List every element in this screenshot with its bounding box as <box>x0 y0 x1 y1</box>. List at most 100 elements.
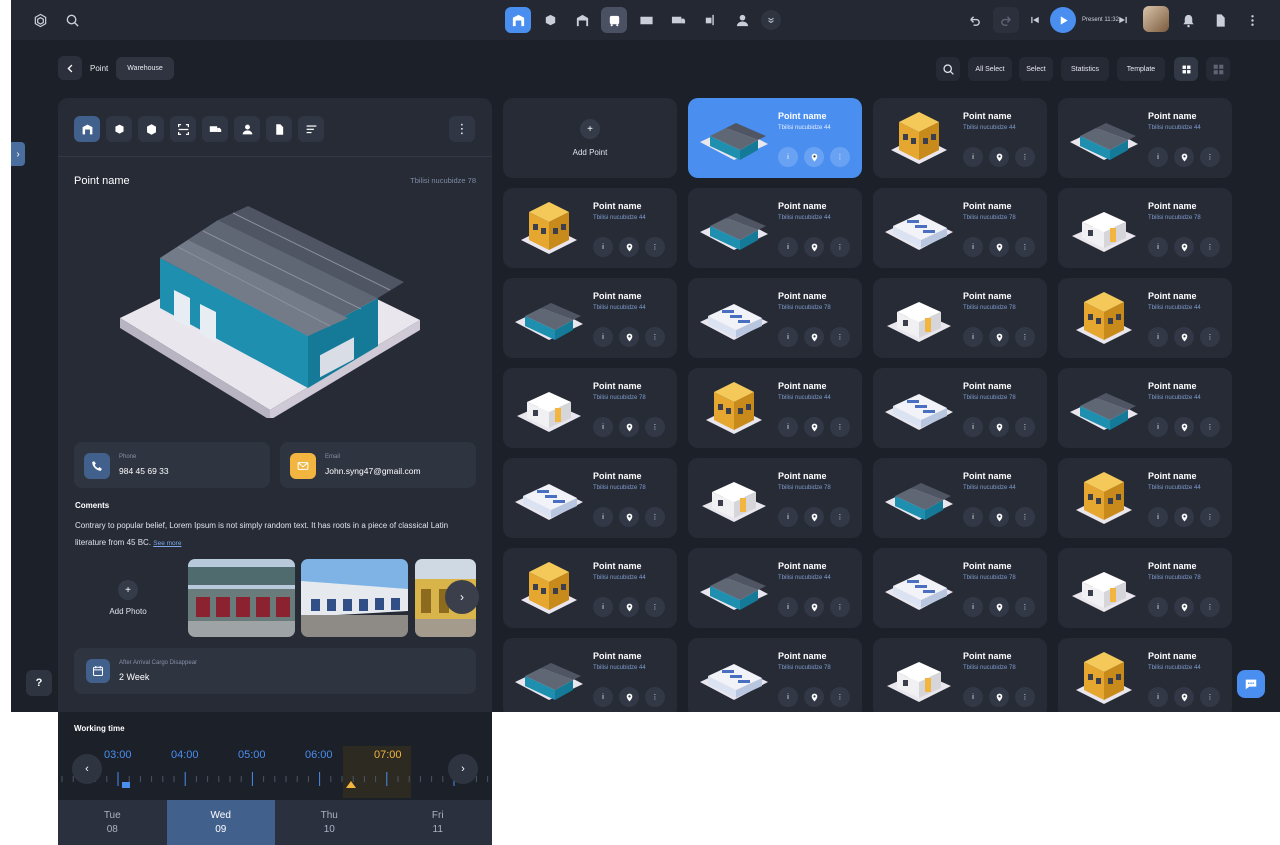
info-icon[interactable]: i <box>778 687 798 707</box>
location-pin-icon[interactable] <box>989 597 1009 617</box>
point-card[interactable]: Point name Tbilisi nucubidze 78 i ⋮ <box>503 458 677 538</box>
point-card[interactable]: Point name Tbilisi nucubidze 44 i ⋮ <box>873 458 1047 538</box>
point-card[interactable]: Point name Tbilisi nucubidze 78 i ⋮ <box>873 368 1047 448</box>
help-icon[interactable]: ? <box>26 670 52 696</box>
location-pin-icon[interactable] <box>989 237 1009 257</box>
breadcrumb-warehouse[interactable]: Warehouse <box>116 56 174 80</box>
location-pin-icon[interactable] <box>1174 417 1194 437</box>
info-icon[interactable]: i <box>1148 327 1168 347</box>
add-point-button[interactable]: + Add Point <box>503 98 677 178</box>
location-pin-icon[interactable] <box>989 507 1009 527</box>
card-more-icon[interactable]: ⋮ <box>1015 237 1035 257</box>
point-card[interactable]: Point name Tbilisi nucubidze 78 i ⋮ <box>873 188 1047 268</box>
info-icon[interactable]: i <box>1148 417 1168 437</box>
point-card[interactable]: Point name Tbilisi nucubidze 44 i ⋮ <box>688 188 862 268</box>
expand-down-icon[interactable] <box>761 10 781 30</box>
location-pin-icon[interactable] <box>989 417 1009 437</box>
location-pin-icon[interactable] <box>619 507 639 527</box>
info-icon[interactable]: i <box>963 417 983 437</box>
location-pin-icon[interactable] <box>804 597 824 617</box>
card-more-icon[interactable]: ⋮ <box>1015 507 1035 527</box>
point-card[interactable]: Point name Tbilisi nucubidze 44 i ⋮ <box>503 638 677 712</box>
select-button[interactable]: Select <box>1019 57 1053 81</box>
info-icon[interactable]: i <box>963 327 983 347</box>
warehouse-icon[interactable] <box>74 116 100 142</box>
card-more-icon[interactable]: ⋮ <box>830 147 850 167</box>
point-card[interactable]: Point name Tbilisi nucubidze 78 i ⋮ <box>688 638 862 712</box>
point-card[interactable]: Point name Tbilisi nucubidze 78 i ⋮ <box>688 278 862 358</box>
info-icon[interactable]: i <box>778 147 798 167</box>
point-card[interactable]: Point name Tbilisi nucubidze 44 i ⋮ <box>503 188 677 268</box>
card-more-icon[interactable]: ⋮ <box>1200 507 1220 527</box>
file-icon[interactable] <box>266 116 292 142</box>
box-icon[interactable] <box>138 116 164 142</box>
card-more-icon[interactable]: ⋮ <box>1200 597 1220 617</box>
card-more-icon[interactable]: ⋮ <box>830 687 850 707</box>
location-pin-icon[interactable] <box>1174 237 1194 257</box>
location-pin-icon[interactable] <box>804 417 824 437</box>
grid-large-view-icon[interactable] <box>1174 57 1198 81</box>
forklift-tool-icon[interactable] <box>697 7 723 33</box>
truck-front-tool-icon[interactable] <box>601 7 627 33</box>
info-icon[interactable]: i <box>593 417 613 437</box>
info-icon[interactable]: i <box>778 507 798 527</box>
point-card[interactable]: Point name Tbilisi nucubidze 44 i ⋮ <box>503 278 677 358</box>
location-pin-icon[interactable] <box>1174 147 1194 167</box>
card-more-icon[interactable]: ⋮ <box>830 597 850 617</box>
card-more-icon[interactable]: ⋮ <box>645 597 665 617</box>
location-pin-icon[interactable] <box>1174 597 1194 617</box>
location-pin-icon[interactable] <box>619 327 639 347</box>
info-icon[interactable]: i <box>778 237 798 257</box>
info-icon[interactable]: i <box>963 507 983 527</box>
info-icon[interactable]: i <box>1148 237 1168 257</box>
logo-icon[interactable] <box>27 7 53 33</box>
point-card[interactable]: Point name Tbilisi nucubidze 78 i ⋮ <box>503 368 677 448</box>
point-card[interactable]: Point name Tbilisi nucubidze 44 i ⋮ <box>503 548 677 628</box>
location-pin-icon[interactable] <box>989 327 1009 347</box>
day-tab[interactable]: Wed 09 <box>166 800 275 845</box>
all-select-button[interactable]: All Select <box>968 57 1012 81</box>
location-pin-icon[interactable] <box>619 417 639 437</box>
card-more-icon[interactable]: ⋮ <box>830 327 850 347</box>
card-more-icon[interactable]: ⋮ <box>830 417 850 437</box>
info-icon[interactable]: i <box>1148 687 1168 707</box>
info-icon[interactable]: i <box>963 597 983 617</box>
info-icon[interactable]: i <box>963 687 983 707</box>
point-card[interactable]: Point name Tbilisi nucubidze 44 i ⋮ <box>873 98 1047 178</box>
card-more-icon[interactable]: ⋮ <box>1200 237 1220 257</box>
card-more-icon[interactable]: ⋮ <box>645 507 665 527</box>
skip-back-icon[interactable] <box>1027 7 1043 33</box>
photos-next-icon[interactable]: › <box>445 580 479 614</box>
info-icon[interactable]: i <box>1148 597 1168 617</box>
timeline-next-icon[interactable]: › <box>448 754 478 784</box>
grid-search-icon[interactable] <box>936 57 960 81</box>
redo-icon[interactable] <box>993 7 1019 33</box>
location-pin-icon[interactable] <box>804 687 824 707</box>
pallet-icon[interactable] <box>106 116 132 142</box>
info-icon[interactable]: i <box>963 237 983 257</box>
point-card[interactable]: Point name Tbilisi nucubidze 78 i ⋮ <box>873 278 1047 358</box>
day-tab[interactable]: Tue 08 <box>58 800 167 845</box>
info-icon[interactable]: i <box>593 507 613 527</box>
scan-icon[interactable] <box>170 116 196 142</box>
card-more-icon[interactable]: ⋮ <box>1015 147 1035 167</box>
point-card[interactable]: Point name Tbilisi nucubidze 78 i ⋮ <box>873 638 1047 712</box>
day-tab[interactable]: Fri 11 <box>384 800 493 845</box>
statistics-button[interactable]: Statistics <box>1061 57 1109 81</box>
location-pin-icon[interactable] <box>1174 327 1194 347</box>
card-more-icon[interactable]: ⋮ <box>1015 687 1035 707</box>
card-more-icon[interactable]: ⋮ <box>1200 327 1220 347</box>
point-card[interactable]: Point name Tbilisi nucubidze 44 i ⋮ <box>1058 98 1232 178</box>
info-icon[interactable]: i <box>593 327 613 347</box>
day-tab[interactable]: Thu 10 <box>275 800 384 845</box>
info-icon[interactable]: i <box>963 147 983 167</box>
truck-icon[interactable] <box>202 116 228 142</box>
point-card[interactable]: Point name Tbilisi nucubidze 44 i ⋮ <box>688 368 862 448</box>
info-icon[interactable]: i <box>778 417 798 437</box>
point-card[interactable]: Point name Tbilisi nucubidze 44 i ⋮ <box>1058 278 1232 358</box>
point-card[interactable]: Point name Tbilisi nucubidze 78 i ⋮ <box>1058 188 1232 268</box>
grid-small-view-icon[interactable] <box>1206 57 1230 81</box>
info-icon[interactable]: i <box>593 237 613 257</box>
info-icon[interactable]: i <box>778 327 798 347</box>
card-more-icon[interactable]: ⋮ <box>645 687 665 707</box>
